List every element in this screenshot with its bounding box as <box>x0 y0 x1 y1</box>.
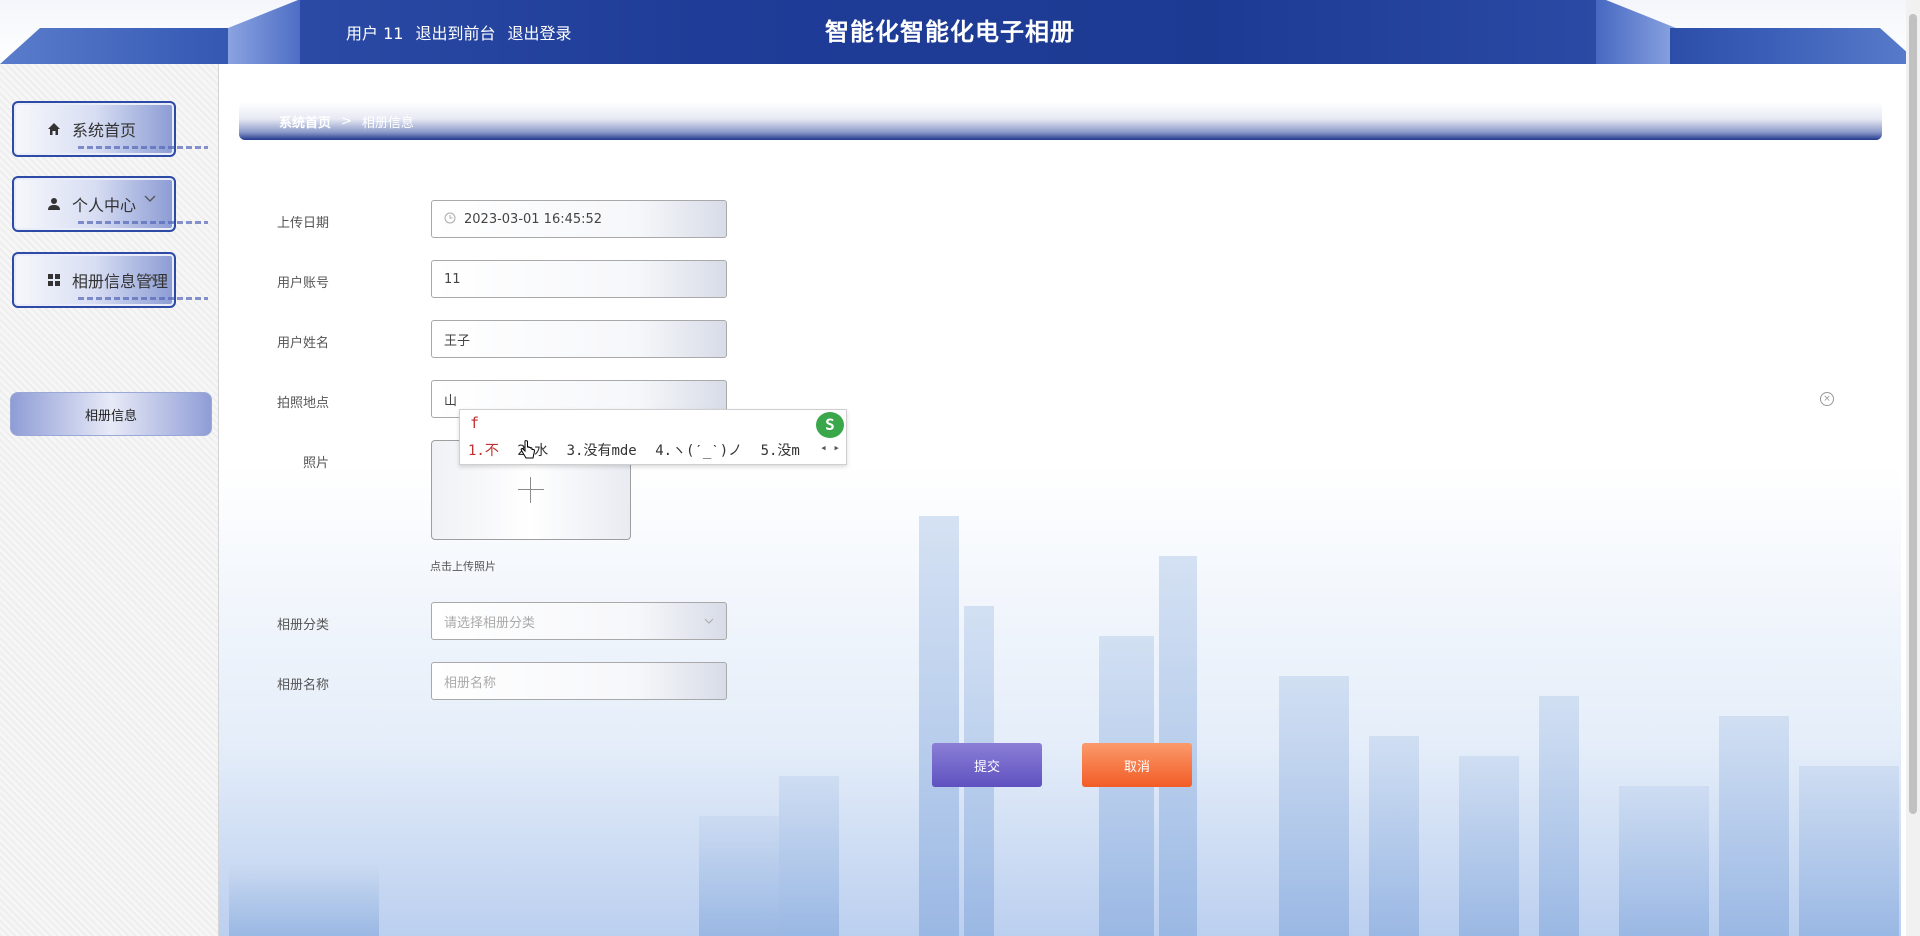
category-select[interactable]: 请选择相册分类 <box>431 602 727 640</box>
photo-upload-hint: 点击上传照片 <box>430 560 496 573</box>
logout-link[interactable]: 退出登录 <box>507 20 571 44</box>
account-label: 用户账号 <box>276 276 329 291</box>
category-label: 相册分类 <box>276 618 329 633</box>
top-header: 用户 11 退出到前台 退出登录 智能化智能化电子相册 <box>0 0 1920 64</box>
ime-composition: f <box>470 414 480 432</box>
header-decor-right <box>1670 28 1920 64</box>
name-value: 王子 <box>444 333 471 349</box>
breadcrumb-separator: > <box>341 113 352 129</box>
hand-cursor-icon <box>520 440 536 460</box>
user-label: 用户 11 <box>346 24 404 43</box>
ime-logo-icon: S <box>816 412 844 438</box>
sidebar-item-personal-center[interactable]: 个人中心 <box>12 176 208 232</box>
upload-date-field[interactable]: 2023-03-01 16:45:52 <box>431 200 727 238</box>
clear-icon[interactable]: × <box>1820 392 1834 406</box>
header-decor-right-2 <box>1596 0 1676 64</box>
ime-page-arrows-icon[interactable]: ◂ ▸ <box>820 441 840 454</box>
clock-icon <box>444 212 456 227</box>
grid-icon <box>46 272 62 288</box>
upload-date-label: 上传日期 <box>276 216 329 231</box>
back-to-front-link[interactable]: 退出到前台 <box>415 20 495 44</box>
sidebar: 系统首页 个人中心 相册信息管理 相册信息 <box>0 64 219 936</box>
chevron-down-icon <box>144 192 156 206</box>
user-icon <box>46 196 62 212</box>
menu-decor <box>78 221 208 224</box>
app-title: 智能化智能化电子相册 <box>825 18 1075 46</box>
name-field[interactable]: 王子 <box>431 320 727 358</box>
upload-date-value: 2023-03-01 16:45:52 <box>464 211 603 227</box>
category-placeholder: 请选择相册分类 <box>444 615 536 631</box>
scrollbar-thumb[interactable] <box>1909 14 1917 814</box>
sidebar-item-label: 个人中心 <box>72 196 137 215</box>
home-icon <box>46 121 62 137</box>
cancel-button[interactable]: 取消 <box>1082 743 1192 787</box>
sidebar-subitem-album-info[interactable]: 相册信息 <box>10 392 212 436</box>
breadcrumb-home[interactable]: 系统首页 <box>279 112 331 131</box>
account-value: 11 <box>444 271 461 287</box>
breadcrumb: 系统首页 > 相册信息 <box>239 102 1882 140</box>
location-label: 拍照地点 <box>276 396 329 411</box>
sidebar-item-home[interactable]: 系统首页 <box>12 101 208 157</box>
name-label: 用户姓名 <box>276 336 329 351</box>
plus-icon <box>518 477 544 503</box>
album-name-field[interactable]: 相册名称 <box>431 662 727 700</box>
submit-button[interactable]: 提交 <box>932 743 1042 787</box>
chevron-up-icon <box>146 272 158 286</box>
album-name-label: 相册名称 <box>276 678 329 693</box>
vertical-scrollbar[interactable] <box>1906 0 1920 936</box>
ime-candidate[interactable]: 5.没m <box>761 443 800 459</box>
header-decor-left-2 <box>228 0 308 64</box>
menu-decor <box>78 146 208 149</box>
ime-candidate[interactable]: 4.ヽ(ˊ_ˋ)ノ <box>655 443 742 459</box>
ime-candidate-popup: f S 1.不 2.水 3.没有mde 4.ヽ(ˊ_ˋ)ノ 5.没m ◂ ▸ <box>459 409 847 465</box>
location-value: 山 <box>444 393 458 409</box>
chevron-down-icon <box>704 616 714 627</box>
photo-label: 照片 <box>302 456 329 471</box>
breadcrumb-current: 相册信息 <box>361 115 414 131</box>
album-name-placeholder: 相册名称 <box>444 675 497 691</box>
sidebar-item-label: 系统首页 <box>72 121 137 140</box>
account-field[interactable]: 11 <box>431 260 727 298</box>
menu-decor <box>78 297 208 300</box>
ime-candidate[interactable]: 3.没有mde <box>567 443 637 459</box>
sidebar-item-album-management[interactable]: 相册信息管理 <box>12 252 208 308</box>
ime-candidate[interactable]: 1.不 <box>468 443 499 459</box>
main-content: 系统首页 > 相册信息 上传日期 2023-03-01 16:45:52 用户账… <box>219 64 1901 936</box>
user-links: 用户 11 退出到前台 退出登录 <box>346 0 571 64</box>
